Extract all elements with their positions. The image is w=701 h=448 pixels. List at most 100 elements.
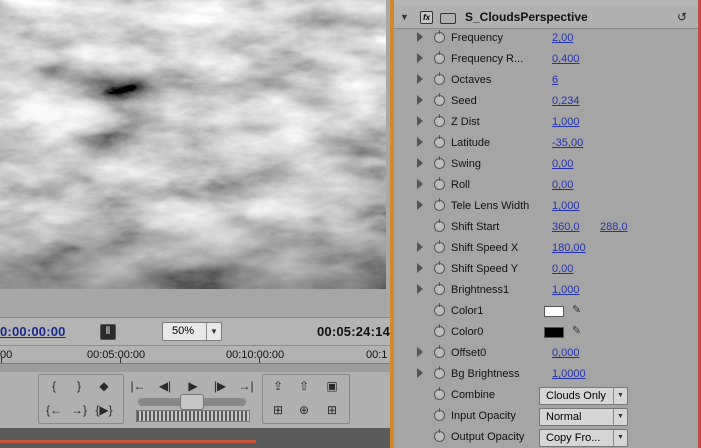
stopwatch-icon[interactable] — [434, 345, 445, 358]
set-in-point-icon[interactable]: { — [42, 376, 66, 396]
time-bar: 0:00:00:00 ⦀ 50% ▼ 00:05:24:14 — [0, 317, 390, 346]
effect-header[interactable]: ▼ fx S_CloudsPerspective ↺ — [394, 7, 701, 29]
ruler-label: 00:1 — [366, 349, 388, 361]
param-value[interactable]: 1,000 — [552, 200, 580, 212]
stopwatch-icon[interactable] — [434, 51, 445, 64]
param-name: Roll — [451, 179, 470, 191]
stopwatch-icon[interactable] — [434, 135, 445, 148]
twirl-right-icon[interactable] — [417, 347, 423, 357]
param-value[interactable]: -35,00 — [552, 137, 583, 149]
stopwatch-icon[interactable] — [434, 72, 445, 85]
twirl-right-icon[interactable] — [417, 158, 423, 168]
stopwatch-icon[interactable] — [434, 366, 445, 379]
export-frame-icon[interactable]: ▣ — [320, 376, 344, 396]
twirl-right-icon[interactable] — [417, 263, 423, 273]
param-value[interactable]: 180,00 — [552, 242, 586, 254]
twirl-right-icon[interactable] — [417, 116, 423, 126]
work-area-track[interactable] — [0, 363, 390, 372]
param-name: Output Opacity — [451, 431, 525, 443]
param-value[interactable]: 1,0000 — [552, 368, 586, 380]
play-icon[interactable]: ▶ — [181, 376, 205, 396]
twirl-right-icon[interactable] — [417, 284, 423, 294]
insert-icon[interactable]: ⊞ — [320, 400, 344, 420]
video-preview[interactable] — [0, 0, 386, 289]
step-forward-icon[interactable]: |▶ — [208, 376, 232, 396]
twirl-right-icon[interactable] — [417, 53, 423, 63]
twirl-right-icon[interactable] — [417, 200, 423, 210]
eyedropper-icon[interactable]: ✎ — [572, 303, 581, 316]
param-dropdown[interactable]: Copy Fro... ▼ — [539, 429, 628, 447]
stopwatch-icon[interactable] — [434, 282, 445, 295]
time-ruler[interactable]: 00 00:05:00:00 00:10:00:00 00:1 — [0, 345, 390, 373]
param-value[interactable]: 2,00 — [552, 32, 573, 44]
param-name: Frequency R... — [451, 53, 524, 65]
step-back-icon[interactable]: ◀| — [153, 376, 177, 396]
reset-icon[interactable]: ↺ — [677, 10, 687, 24]
twirl-right-icon[interactable] — [417, 179, 423, 189]
shuttle-control[interactable] — [136, 410, 250, 422]
stopwatch-icon[interactable] — [434, 93, 445, 106]
stopwatch-icon[interactable] — [434, 240, 445, 253]
lift-icon[interactable]: ⇪ — [266, 376, 290, 396]
twirl-down-icon[interactable]: ▼ — [400, 12, 409, 22]
jog-handle[interactable] — [180, 394, 204, 410]
param-value[interactable]: 1,000 — [552, 116, 580, 128]
param-row: Color0 ✎ — [394, 322, 701, 343]
stopwatch-icon[interactable] — [434, 30, 445, 43]
transport-controls: { } ◆ {← →} {▶} |← ◀| ▶ |▶ →| ⇪ ⇧ ▣ ⊞ ⊕ … — [0, 372, 390, 428]
twirl-right-icon[interactable] — [417, 242, 423, 252]
trim-monitor-icon[interactable]: ⊞ — [266, 400, 290, 420]
play-in-to-out-icon[interactable]: {▶} — [92, 400, 116, 420]
go-to-out-point-icon[interactable]: →} — [67, 400, 91, 420]
stopwatch-icon[interactable] — [434, 177, 445, 190]
stopwatch-icon[interactable] — [434, 261, 445, 274]
twirl-right-icon[interactable] — [417, 32, 423, 42]
stopwatch-icon[interactable] — [434, 429, 445, 442]
param-value[interactable]: 0,400 — [552, 53, 580, 65]
param-value[interactable]: 0,00 — [552, 179, 573, 191]
step-back-to-edit-icon[interactable]: |← — [126, 376, 150, 396]
param-row: Shift Speed Y 0,00 — [394, 259, 701, 280]
param-value[interactable]: 360,0 — [552, 221, 580, 233]
param-name: Swing — [451, 158, 481, 170]
twirl-right-icon[interactable] — [417, 74, 423, 84]
stopwatch-icon[interactable] — [434, 198, 445, 211]
color-swatch[interactable] — [544, 327, 564, 338]
duration-display: 00:05:24:14 — [316, 324, 390, 339]
extract-icon[interactable]: ⇧ — [292, 376, 316, 396]
current-time-display[interactable]: 0:00:00:00 — [0, 324, 66, 339]
stopwatch-icon[interactable] — [434, 324, 445, 337]
twirl-right-icon[interactable] — [417, 95, 423, 105]
stopwatch-icon[interactable] — [434, 387, 445, 400]
param-dropdown[interactable]: Clouds Only ▼ — [539, 387, 628, 405]
param-value-y[interactable]: 288,0 — [600, 221, 628, 233]
zoom-level-select[interactable]: 50% ▼ — [162, 322, 222, 341]
step-forward-to-edit-icon[interactable]: →| — [234, 376, 258, 396]
param-name: Bg Brightness — [451, 368, 520, 380]
safe-margins-icon[interactable]: ⦀ — [100, 324, 116, 340]
ruler-label: 00:05:00:00 — [87, 349, 146, 361]
overwrite-icon[interactable]: ⊕ — [292, 400, 316, 420]
add-marker-icon[interactable]: ◆ — [92, 376, 116, 396]
effect-controls-panel: ▼ fx S_CloudsPerspective ↺ Frequency 2,00… — [390, 0, 701, 448]
stopwatch-icon[interactable] — [434, 219, 445, 232]
param-value[interactable]: 1,000 — [552, 284, 580, 296]
eyedropper-icon[interactable]: ✎ — [572, 324, 581, 337]
twirl-right-icon[interactable] — [417, 368, 423, 378]
go-to-in-point-icon[interactable]: {← — [42, 400, 66, 420]
stopwatch-icon[interactable] — [434, 303, 445, 316]
stopwatch-icon[interactable] — [434, 114, 445, 127]
param-value[interactable]: 0,234 — [552, 95, 580, 107]
stopwatch-icon[interactable] — [434, 408, 445, 421]
param-value[interactable]: 0,00 — [552, 263, 573, 275]
twirl-right-icon[interactable] — [417, 137, 423, 147]
stopwatch-icon[interactable] — [434, 156, 445, 169]
fx-toggle-icon[interactable]: fx — [420, 11, 433, 24]
set-out-point-icon[interactable]: } — [67, 376, 91, 396]
param-value[interactable]: 0,00 — [552, 158, 573, 170]
param-dropdown[interactable]: Normal ▼ — [539, 408, 628, 426]
color-swatch[interactable] — [544, 306, 564, 317]
param-value[interactable]: 0,000 — [552, 347, 580, 359]
param-row: Input Opacity Normal ▼ — [394, 406, 701, 427]
param-value[interactable]: 6 — [552, 74, 558, 86]
